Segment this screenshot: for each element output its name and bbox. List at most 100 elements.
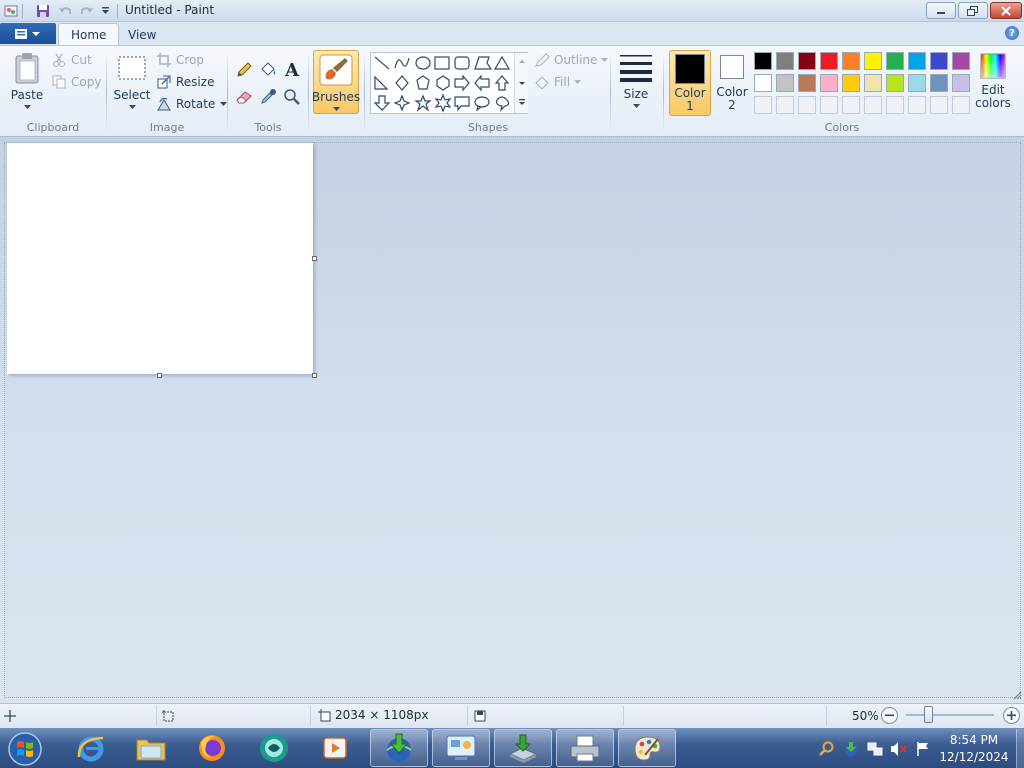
taskbar-control-panel[interactable] — [432, 729, 490, 767]
paste-button[interactable]: Paste — [8, 52, 46, 114]
drawing-canvas[interactable] — [7, 143, 313, 374]
paste-icon — [15, 53, 39, 84]
zoom-slider-thumb[interactable] — [924, 706, 933, 723]
tab-home[interactable]: Home — [58, 23, 120, 46]
palette-swatch[interactable] — [930, 52, 948, 70]
redo-icon[interactable] — [78, 2, 96, 19]
palette-swatch[interactable] — [930, 74, 948, 92]
resize-handle-bottom[interactable] — [157, 373, 162, 378]
zoom-slider-track[interactable] — [906, 714, 994, 716]
custom-color-slot[interactable] — [776, 96, 794, 114]
magnifier-icon[interactable] — [281, 86, 303, 108]
cut-button[interactable]: Cut — [52, 53, 92, 67]
taskbar-paint[interactable] — [618, 729, 676, 767]
custom-color-slot[interactable] — [842, 96, 860, 114]
palette-swatch[interactable] — [952, 74, 970, 92]
show-desktop-button[interactable] — [1016, 729, 1024, 768]
fill-button[interactable]: Fill — [534, 75, 582, 89]
folder-icon — [136, 739, 166, 761]
help-icon[interactable]: ? — [1005, 26, 1019, 40]
window-title: Untitled - Paint — [125, 3, 215, 17]
crop-label: Crop — [176, 53, 205, 67]
paint-menu-button[interactable] — [0, 23, 56, 44]
outline-dropdown-icon — [601, 58, 609, 62]
crop-button[interactable]: Crop — [157, 53, 204, 67]
start-button[interactable] — [5, 730, 45, 768]
select-button[interactable]: Select — [112, 54, 152, 114]
minimize-button[interactable] — [926, 2, 956, 19]
palette-swatch[interactable] — [842, 52, 860, 70]
custom-color-slot[interactable] — [820, 96, 838, 114]
color-1-swatch — [675, 54, 705, 84]
tab-view[interactable]: View — [116, 23, 168, 46]
palette-swatch[interactable] — [820, 52, 838, 70]
copy-button[interactable]: Copy — [52, 75, 101, 89]
palette-swatch[interactable] — [864, 52, 882, 70]
palette-swatch[interactable] — [798, 52, 816, 70]
restore-button[interactable] — [958, 2, 988, 19]
tray-network-icon[interactable] — [866, 740, 884, 758]
tray-search-icon[interactable] — [818, 740, 836, 758]
palette-swatch[interactable] — [886, 74, 904, 92]
shapes-gallery-scroll[interactable] — [514, 53, 528, 113]
size-button[interactable]: Size — [616, 52, 656, 114]
color-2-swatch — [720, 55, 744, 79]
palette-swatch[interactable] — [754, 52, 772, 70]
palette-swatch[interactable] — [798, 74, 816, 92]
tray-volume-muted-icon[interactable] — [890, 740, 908, 758]
zoom-in-button[interactable] — [1003, 707, 1020, 724]
taskbar-app-circle[interactable] — [245, 729, 303, 767]
taskbar-internet-explorer[interactable] — [62, 729, 120, 767]
pencil-icon[interactable] — [233, 59, 255, 81]
color-1-button[interactable]: Color 1 — [669, 50, 711, 116]
taskbar-media-player[interactable] — [306, 729, 364, 767]
undo-icon[interactable] — [56, 2, 74, 19]
customize-qat-icon[interactable] — [99, 2, 111, 19]
zoom-out-button[interactable] — [881, 707, 898, 724]
custom-color-slot[interactable] — [930, 96, 948, 114]
color-picker-icon[interactable] — [257, 86, 279, 108]
paint-app-icon[interactable] — [3, 2, 19, 19]
taskbar-printer[interactable] — [556, 729, 614, 767]
rotate-button[interactable]: Rotate — [157, 97, 228, 111]
ribbon-separator — [308, 52, 309, 132]
palette-swatch[interactable] — [908, 52, 926, 70]
taskbar-firefox[interactable] — [183, 729, 241, 767]
taskbar-installer[interactable] — [494, 729, 552, 767]
resize-handle-right[interactable] — [312, 256, 317, 261]
palette-swatch[interactable] — [908, 74, 926, 92]
taskbar-file-explorer[interactable] — [122, 729, 180, 767]
resize-button[interactable]: Resize — [157, 75, 214, 89]
window-resize-grip-icon[interactable] — [1013, 689, 1022, 700]
tools-group-label: Tools — [254, 121, 282, 134]
shapes-gallery[interactable] — [370, 52, 528, 114]
taskbar-download-manager[interactable] — [370, 729, 428, 767]
color-2-button[interactable]: Color 2 — [713, 50, 751, 116]
custom-color-slot[interactable] — [908, 96, 926, 114]
fill-bucket-icon[interactable] — [257, 59, 279, 81]
custom-color-slot[interactable] — [754, 96, 772, 114]
palette-swatch[interactable] — [754, 74, 772, 92]
custom-color-slot[interactable] — [864, 96, 882, 114]
palette-swatch[interactable] — [820, 74, 838, 92]
resize-handle-corner[interactable] — [312, 373, 317, 378]
palette-swatch[interactable] — [952, 52, 970, 70]
edit-colors-button[interactable]: Edit colors — [975, 52, 1011, 114]
custom-color-slot[interactable] — [798, 96, 816, 114]
palette-swatch[interactable] — [776, 74, 794, 92]
brushes-button[interactable]: Brushes — [312, 50, 360, 114]
tray-action-center-icon[interactable] — [914, 740, 932, 758]
tray-download-icon[interactable] — [842, 740, 860, 758]
palette-swatch[interactable] — [886, 52, 904, 70]
eraser-icon[interactable] — [233, 86, 255, 108]
custom-color-slot[interactable] — [886, 96, 904, 114]
palette-swatch[interactable] — [842, 74, 860, 92]
palette-swatch[interactable] — [864, 74, 882, 92]
save-icon[interactable] — [34, 2, 52, 19]
text-tool-icon[interactable]: A — [281, 59, 303, 81]
palette-swatch[interactable] — [776, 52, 794, 70]
taskbar-clock[interactable]: 8:54 PM 12/12/2024 — [936, 732, 1012, 766]
custom-color-slot[interactable] — [952, 96, 970, 114]
outline-button[interactable]: Outline — [534, 53, 609, 67]
close-button[interactable] — [990, 2, 1022, 19]
